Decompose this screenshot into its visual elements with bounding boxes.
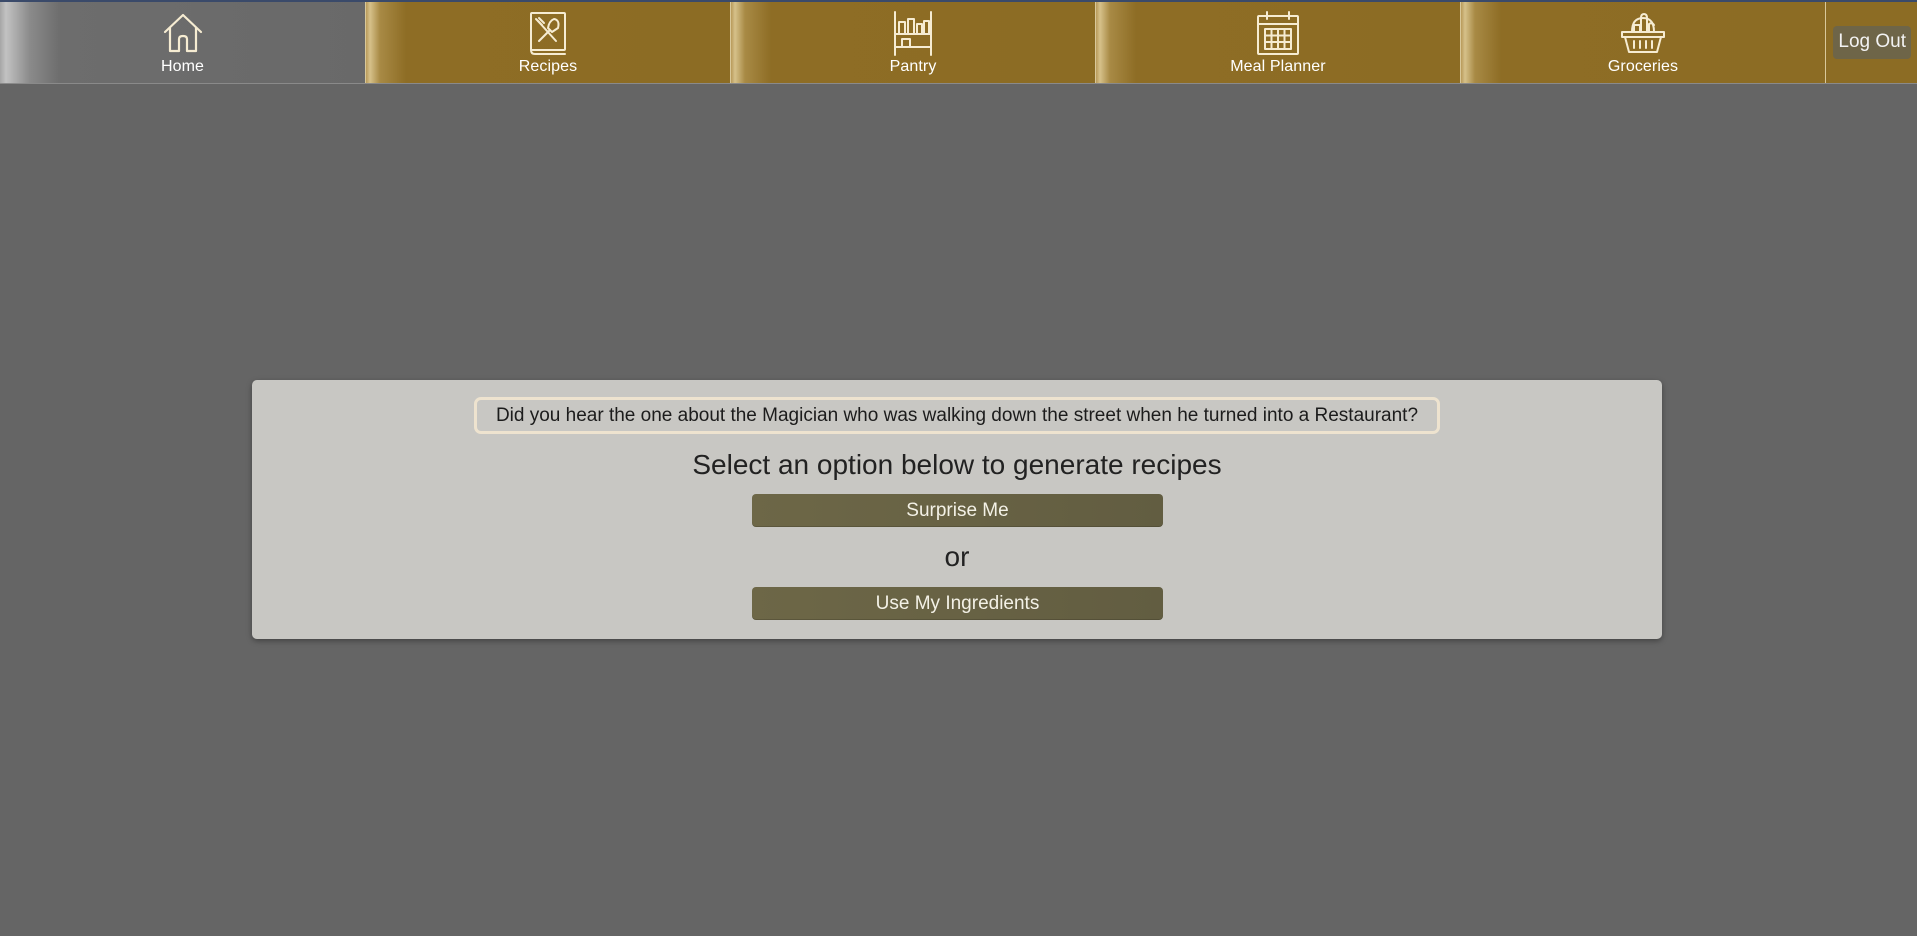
nav-label-meal-planner: Meal Planner bbox=[1230, 58, 1326, 75]
calendar-icon bbox=[1257, 11, 1299, 55]
recipe-generator-card: Did you hear the one about the Magician … bbox=[252, 380, 1662, 639]
recipe-book-icon bbox=[530, 12, 566, 55]
joke-text: Did you hear the one about the Magician … bbox=[474, 397, 1440, 434]
top-navigation-bar: Home Recipes Pantry Meal Planner Groceri… bbox=[0, 0, 1917, 84]
nav-item-meal-planner[interactable]: Meal Planner bbox=[1095, 2, 1460, 83]
nav-label-home: Home bbox=[160, 58, 205, 75]
generate-prompt-heading: Select an option below to generate recip… bbox=[692, 449, 1222, 480]
pantry-shelf-icon bbox=[894, 11, 932, 56]
home-icon bbox=[163, 13, 202, 53]
nav-item-groceries[interactable]: Groceries bbox=[1460, 2, 1825, 83]
use-my-ingredients-button[interactable]: Use My Ingredients bbox=[752, 587, 1163, 620]
nav-label-groceries: Groceries bbox=[1607, 58, 1679, 75]
nav-item-pantry[interactable]: Pantry bbox=[730, 2, 1095, 83]
nav-item-home[interactable]: Home bbox=[0, 2, 365, 83]
nav-label-pantry: Pantry bbox=[889, 58, 937, 75]
nav-label-recipes: Recipes bbox=[518, 58, 578, 75]
grocery-basket-icon bbox=[1621, 13, 1665, 53]
nav-right-area: Log Out bbox=[1825, 2, 1917, 83]
logout-button[interactable]: Log Out bbox=[1833, 26, 1911, 59]
nav-item-recipes[interactable]: Recipes bbox=[365, 2, 730, 83]
surprise-me-button[interactable]: Surprise Me bbox=[752, 494, 1163, 527]
or-separator: or bbox=[944, 541, 970, 572]
